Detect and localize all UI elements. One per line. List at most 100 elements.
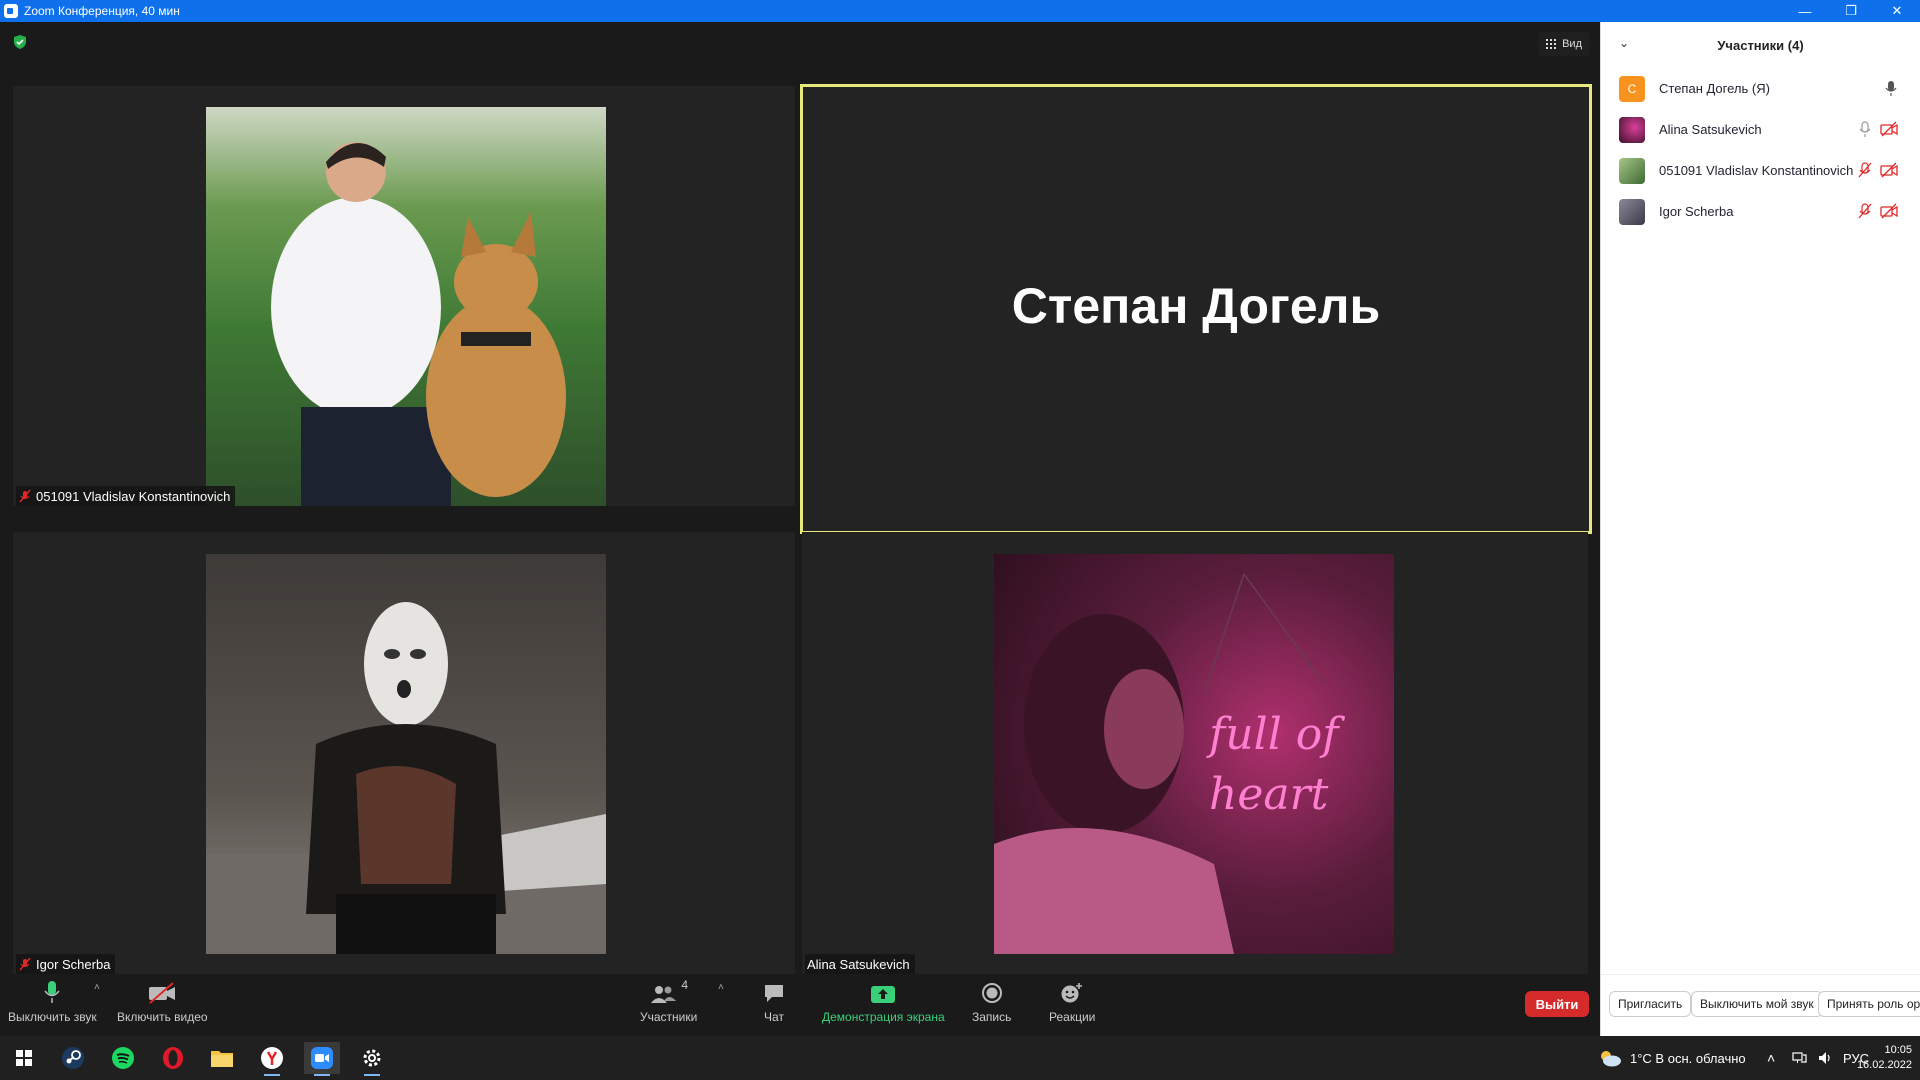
video-tile-igor[interactable]: Igor Scherba: [13, 532, 795, 974]
microphone-icon: [44, 981, 60, 1003]
video-tile-stepan-active-speaker[interactable]: Степан Догель: [800, 84, 1592, 534]
steam-icon[interactable]: [55, 1042, 91, 1074]
meeting-controls-bar: Выключить звук ˄ Включить видео 4 Участн…: [0, 974, 1600, 1036]
video-label: Включить видео: [117, 1010, 208, 1024]
participants-options-caret-icon[interactable]: ˄: [718, 982, 724, 993]
grid-view-icon: [1546, 39, 1557, 49]
man-with-dog-photo: [271, 142, 566, 506]
weather-text: 1°C В осн. облачно: [1630, 1050, 1746, 1066]
opera-icon[interactable]: [155, 1042, 191, 1074]
participant-name-large: Степан Догель: [1011, 278, 1381, 334]
start-video-button[interactable]: Включить видео: [117, 978, 208, 1024]
record-icon: [981, 983, 1002, 1003]
masked-person-photo: [206, 602, 606, 954]
video-off-icon[interactable]: [1880, 162, 1898, 178]
mute-me-button[interactable]: Выключить мой звук: [1691, 991, 1823, 1017]
mute-button[interactable]: Выключить звук: [8, 978, 97, 1024]
participant-name: 051091 Vladislav Konstantinovich: [1659, 163, 1854, 178]
muted-mic-icon[interactable]: [1858, 203, 1872, 219]
neon-sign-woman-photo: full of heart: [994, 573, 1345, 954]
participant-photo: full of heart: [994, 554, 1394, 954]
network-icon[interactable]: [1791, 1036, 1807, 1080]
participant-name: Igor Scherba: [1659, 204, 1734, 219]
name-tag: 051091 Vladislav Konstantinovich: [16, 486, 236, 506]
windows-start-icon[interactable]: [6, 1042, 42, 1074]
participant-name: Igor Scherba: [36, 956, 111, 972]
volume-speaker-icon[interactable]: [1817, 1036, 1833, 1080]
cloud-sun-icon: [1601, 1051, 1621, 1067]
close-button[interactable]: ✕: [1874, 0, 1920, 22]
audio-options-caret-icon[interactable]: ˄: [94, 982, 100, 993]
participant-name: Alina Satsukevich: [1659, 122, 1762, 137]
share-screen-icon: [871, 986, 896, 1003]
muted-mic-icon: [19, 957, 31, 971]
chat-button[interactable]: Чат: [763, 978, 785, 1024]
microphone-icon[interactable]: [1884, 80, 1898, 96]
collapse-chevron-icon[interactable]: ⌄: [1619, 36, 1629, 50]
participant-name: Степан Догель (Я): [1659, 81, 1770, 96]
chat-bubble-icon: [765, 985, 783, 1002]
participants-button[interactable]: 4 Участники: [640, 978, 697, 1024]
panel-footer: Пригласить Выключить мой звук Принять ро…: [1601, 974, 1920, 1036]
participant-photo: [206, 554, 606, 954]
microphone-icon[interactable]: [1858, 121, 1872, 137]
avatar: [1619, 116, 1645, 143]
participant-name: Alina Satsukevich: [807, 956, 910, 972]
file-explorer-icon[interactable]: [204, 1042, 240, 1074]
weather-widget[interactable]: 1°C В осн. облачно: [1598, 1036, 1746, 1080]
video-off-icon[interactable]: [1880, 121, 1898, 137]
participant-photo: [206, 107, 606, 506]
avatar: [1619, 198, 1645, 225]
spotify-icon[interactable]: [105, 1042, 141, 1074]
name-tag: Igor Scherba: [16, 954, 116, 974]
window-title: Zoom Конференция, 40 мин: [24, 4, 180, 18]
view-button[interactable]: Вид: [1538, 32, 1590, 56]
invite-button[interactable]: Пригласить: [1609, 991, 1692, 1017]
svg-text:full of: full of: [1206, 709, 1345, 760]
clock[interactable]: 10:05 16.02.2022: [1857, 1036, 1912, 1080]
view-label: Вид: [1562, 38, 1582, 50]
muted-mic-icon: [19, 489, 31, 503]
reactions-button[interactable]: Реакции: [1049, 978, 1095, 1024]
meeting-area: Вид 051091 Vladislav Konstantinovich Сте…: [0, 22, 1600, 974]
panel-title: Участники (4): [1717, 37, 1804, 53]
record-label: Запись: [972, 1010, 1012, 1024]
share-screen-button[interactable]: Демонстрация экрана: [822, 978, 945, 1024]
zoom-app-icon: [4, 4, 18, 18]
yandex-browser-icon[interactable]: [254, 1042, 290, 1076]
share-label: Демонстрация экрана: [822, 1010, 945, 1024]
settings-gear-icon[interactable]: [354, 1042, 390, 1076]
video-tile-alina[interactable]: full of heart Alina Satsukevich: [802, 532, 1588, 974]
minimize-button[interactable]: —: [1782, 0, 1828, 22]
encryption-shield-icon[interactable]: [12, 34, 28, 50]
svg-text:heart: heart: [1209, 769, 1329, 820]
video-off-icon: [149, 982, 176, 1004]
restore-button[interactable]: ❐: [1828, 0, 1874, 22]
claim-host-button[interactable]: Принять роль орг: [1818, 991, 1920, 1017]
leave-meeting-button[interactable]: Выйти: [1525, 991, 1589, 1017]
participant-row-vladislav[interactable]: 051091 Vladislav Konstantinovich: [1601, 150, 1920, 191]
title-bar: Zoom Конференция, 40 мин — ❐ ✕: [0, 0, 1920, 22]
participant-row-stepan[interactable]: С Степан Догель (Я): [1601, 68, 1920, 109]
mute-label: Выключить звук: [8, 1010, 97, 1024]
avatar: С: [1619, 75, 1645, 102]
windows-taskbar: 1°C В осн. облачно ˄ РУС 10:05 16.02.202…: [0, 1036, 1920, 1080]
record-button[interactable]: Запись: [972, 978, 1011, 1024]
participant-name: 051091 Vladislav Konstantinovich: [36, 488, 231, 504]
participants-panel: ⌄ Участники (4) С Степан Догель (Я) Alin…: [1600, 22, 1920, 1036]
video-tile-vladislav[interactable]: 051091 Vladislav Konstantinovich: [13, 86, 795, 506]
participant-row-igor[interactable]: Igor Scherba: [1601, 191, 1920, 232]
panel-header: ⌄ Участники (4): [1601, 22, 1920, 68]
muted-mic-icon[interactable]: [1858, 162, 1872, 178]
participants-icon: [651, 986, 677, 1003]
name-tag: Alina Satsukevich: [805, 954, 915, 974]
clock-time: 10:05: [1884, 1044, 1912, 1056]
video-off-icon[interactable]: [1880, 203, 1898, 219]
participant-row-alina[interactable]: Alina Satsukevich: [1601, 109, 1920, 150]
participants-label: Участники: [640, 1010, 698, 1024]
reactions-label: Реакции: [1049, 1010, 1096, 1024]
clock-date: 16.02.2022: [1856, 1059, 1912, 1071]
zoom-taskbar-icon[interactable]: [304, 1042, 340, 1076]
tray-overflow-caret-icon[interactable]: ˄: [1767, 1036, 1775, 1080]
avatar: [1619, 157, 1645, 184]
